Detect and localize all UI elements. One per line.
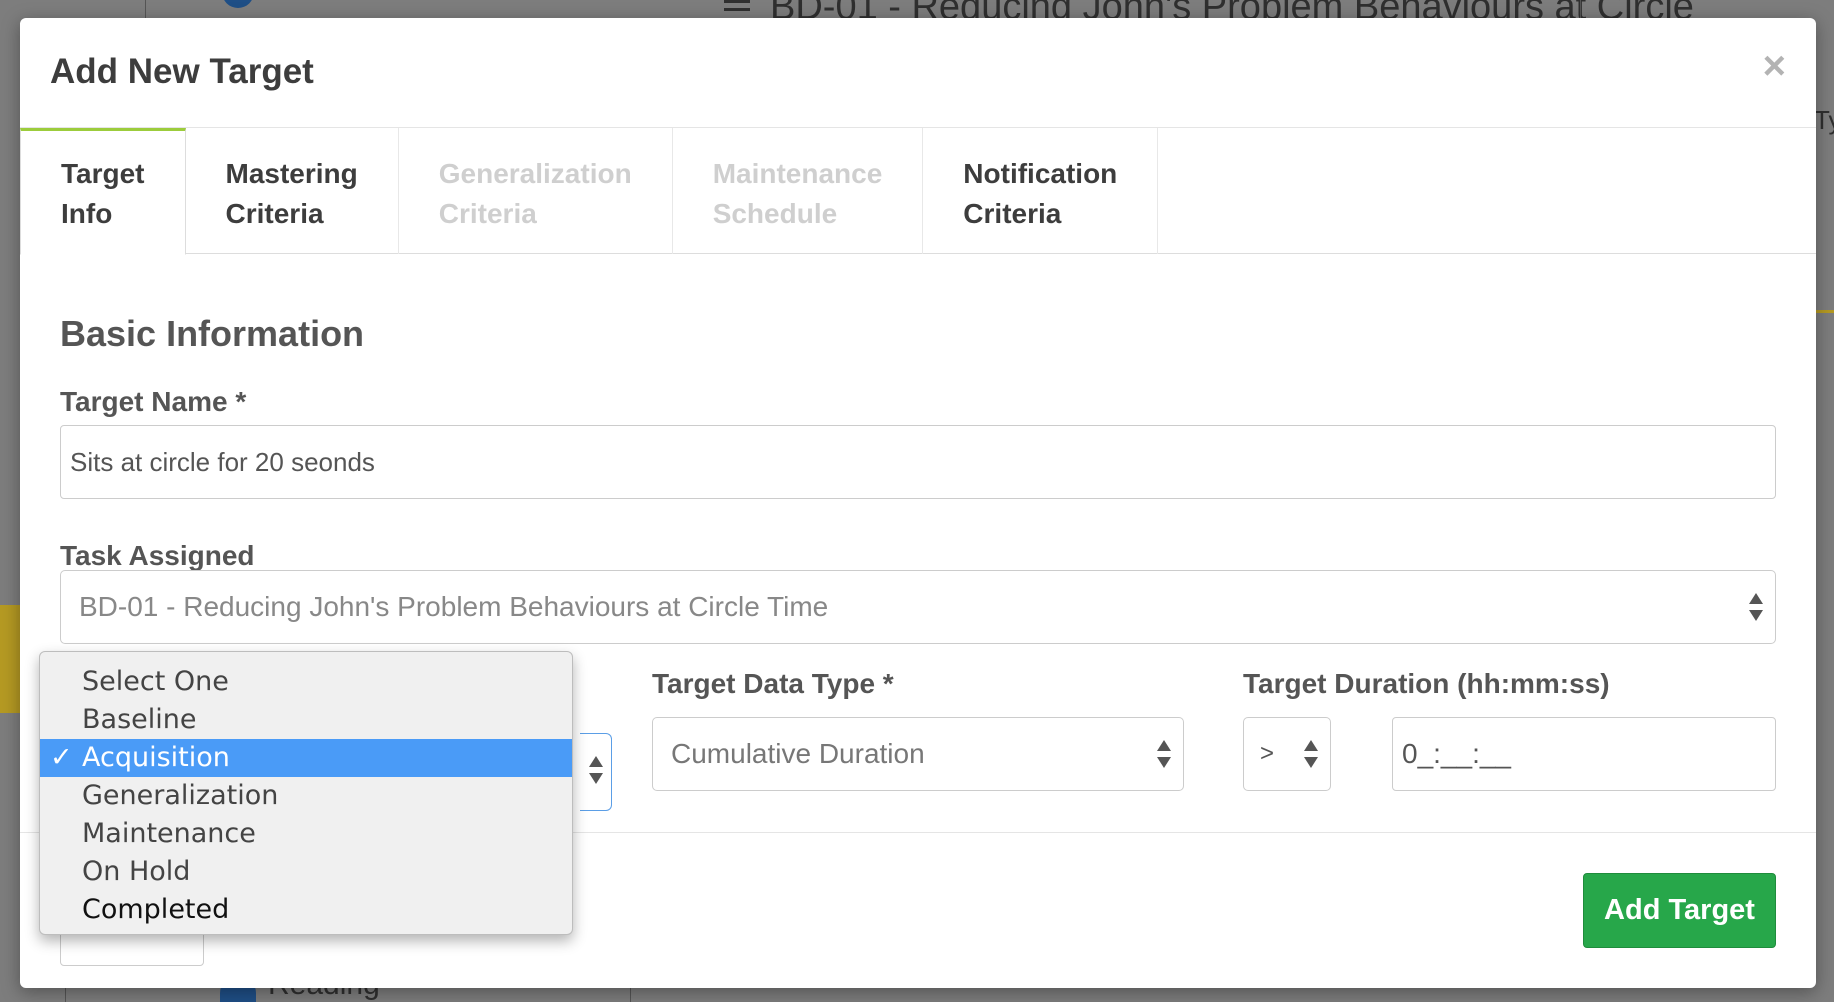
background-divider [145,0,146,20]
duration-operator-select[interactable]: > [1243,717,1331,791]
tab-generalization-criteria: Generalization Criteria [399,128,673,254]
hamburger-menu-icon [724,0,750,18]
select-arrows-icon [1304,740,1318,770]
dropdown-option-generalization[interactable]: Generalization [40,777,572,815]
dropdown-option-baseline[interactable]: Baseline [40,701,572,739]
target-name-label: Target Name * [60,386,247,417]
task-assigned-value: BD-01 - Reducing John's Problem Behaviou… [79,591,829,622]
status-dropdown-list: Select One Baseline ✓ Acquisition Genera… [39,651,573,935]
dropdown-option-on-hold[interactable]: On Hold [40,853,572,891]
duration-input[interactable] [1392,717,1776,791]
background-edge-text: Ty [1814,105,1834,135]
checkmark-icon: ✓ [50,742,73,773]
select-arrows-icon [589,756,603,786]
target-data-type-select[interactable]: Cumulative Duration [652,717,1184,791]
target-duration-label: Target Duration (hh:mm:ss) [1243,668,1610,699]
background-status-icon [222,0,254,8]
modal-header: Add New Target × [20,18,1816,128]
background-accent-bar [0,605,20,713]
dropdown-option-maintenance[interactable]: Maintenance [40,815,572,853]
dropdown-option-select-one[interactable]: Select One [40,663,572,701]
task-assigned-select[interactable]: BD-01 - Reducing John's Problem Behaviou… [60,570,1776,644]
tab-bar: Target Info Mastering Criteria Generaliz… [20,128,1816,255]
tab-target-info[interactable]: Target Info [20,128,186,255]
modal-title: Add New Target [50,52,314,91]
target-data-type-label: Target Data Type * [652,668,894,699]
duration-operator-value: > [1260,740,1275,767]
background-divider [1580,0,1581,20]
add-target-button[interactable]: Add Target [1583,873,1776,948]
status-select[interactable] [580,733,612,811]
target-name-input[interactable] [60,425,1776,499]
select-arrows-icon [1749,593,1763,623]
task-assigned-label: Task Assigned [60,540,255,571]
close-icon[interactable]: × [1763,46,1786,86]
section-title: Basic Information [60,313,365,354]
target-data-type-value: Cumulative Duration [671,738,925,769]
tab-mastering-criteria[interactable]: Mastering Criteria [186,128,399,254]
select-arrows-icon [1157,740,1171,770]
tab-notification-criteria[interactable]: Notification Criteria [923,128,1159,254]
dropdown-option-completed[interactable]: Completed [40,891,572,929]
background-accent-line [1816,310,1834,313]
tab-maintenance-schedule: Maintenance Schedule [673,128,924,254]
dropdown-option-acquisition[interactable]: ✓ Acquisition [40,739,572,777]
